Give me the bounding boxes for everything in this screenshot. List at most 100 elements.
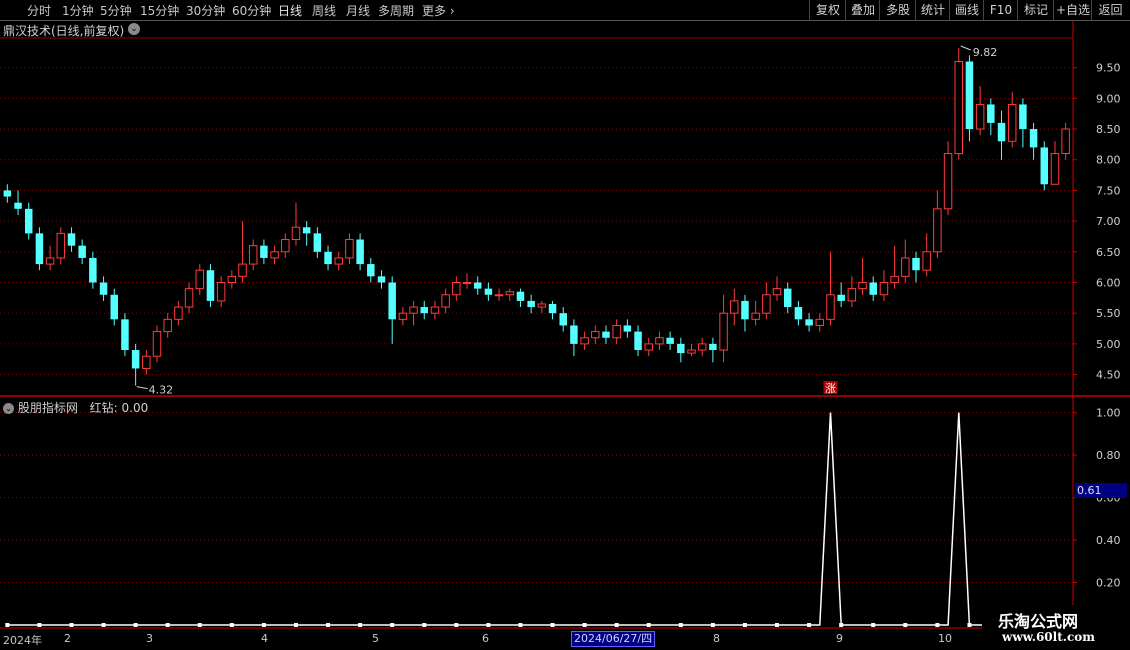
y-tick-label: 8.50 (1096, 123, 1121, 136)
candle-body (527, 300, 535, 308)
candle-body (869, 282, 877, 295)
candle-body (943, 153, 953, 210)
candle-body (751, 312, 760, 320)
candle-body (805, 319, 813, 326)
candle-body (570, 325, 578, 344)
candle-body (409, 306, 418, 314)
candle-body (516, 291, 525, 301)
indicator-point (678, 623, 683, 627)
y-tick-label: 5.00 (1096, 338, 1121, 351)
candle-body (901, 257, 910, 277)
candle-body (1029, 129, 1038, 148)
candle-body (762, 294, 771, 314)
candle-body (121, 319, 129, 351)
candle-body (697, 343, 707, 351)
indicator-point (69, 623, 74, 627)
candle-body (195, 269, 205, 290)
high-label: 9.82 (973, 46, 998, 59)
candle-body (826, 294, 835, 320)
candle-body (730, 300, 739, 314)
candle-body (1007, 103, 1017, 142)
candle-body (302, 227, 311, 234)
x-label-year: 2024年 (3, 634, 42, 647)
candle-body (954, 60, 963, 155)
candle-body (965, 61, 974, 130)
candle-body (142, 355, 151, 369)
indicator-point (165, 623, 170, 627)
candle-body (783, 288, 792, 308)
candle-body (227, 275, 237, 283)
indicator-point (422, 623, 427, 627)
candle-body (612, 324, 621, 339)
y-tick-label: 0.80 (1096, 449, 1121, 462)
candle-body (494, 294, 504, 297)
indicator-point (486, 623, 491, 627)
candle-body (184, 288, 194, 308)
candle-body (890, 275, 899, 283)
indicator-series (5, 412, 1068, 627)
indicator-point (229, 623, 234, 627)
candle-body (24, 208, 33, 234)
candle-body (324, 251, 332, 265)
indicator-title: ⌄ 股朋指标网 红钻: 0.00 (3, 399, 148, 416)
candle-body (602, 331, 610, 338)
candle-body (89, 257, 97, 283)
candle-body (484, 288, 493, 295)
candle-body (462, 281, 472, 284)
candle-body (655, 337, 664, 345)
indicator-point (903, 623, 908, 627)
main-chart-title: 鼎汉技术(日线,前复权) (3, 24, 125, 38)
candle-body (35, 233, 44, 265)
x-label-may: 5 (372, 632, 379, 645)
indicator-point (133, 623, 138, 627)
x-label-feb: 2 (64, 632, 71, 645)
candle-body (719, 312, 728, 351)
indicator-point (839, 623, 844, 627)
candle-body (281, 239, 290, 253)
x-label-mar: 3 (146, 632, 153, 645)
candle-body (388, 282, 396, 320)
candle-body (163, 318, 172, 333)
candle-body (559, 313, 567, 326)
chevron-down-icon[interactable]: ⌄ (3, 403, 14, 414)
candle-body (837, 294, 845, 301)
high-marker (960, 45, 971, 51)
selected-date-box: 2024/06/27/四 (571, 631, 656, 647)
candle-body (367, 264, 375, 277)
watermark-title: 乐淘公式网 (998, 612, 1079, 631)
watermark: 乐淘公式网 www.60lt.com (982, 605, 1130, 650)
indicator-point (293, 623, 298, 627)
indicator-point (935, 623, 940, 627)
chevron-down-icon[interactable]: ⌄ (128, 23, 140, 35)
candle-body (933, 208, 942, 253)
candle-body (591, 331, 600, 339)
candle-body (1061, 128, 1070, 155)
indicator-point (646, 623, 651, 627)
candle-body (709, 343, 717, 351)
candle-body (473, 282, 482, 289)
zhang-label: 涨 (825, 382, 836, 395)
candle-body (216, 281, 226, 302)
candle-body (537, 303, 547, 308)
y-tick-label: 8.00 (1096, 154, 1121, 167)
candle-body (548, 303, 557, 314)
candle-body (67, 233, 76, 246)
indicator-point (390, 623, 395, 627)
candle-body (174, 306, 183, 320)
candle-body (912, 257, 920, 271)
candle-body (987, 104, 995, 123)
y-tick-label: 7.50 (1096, 184, 1121, 197)
candle-body (687, 349, 696, 354)
indicator-point (261, 623, 266, 627)
candle-body (922, 251, 931, 271)
candle-body (131, 350, 140, 369)
indicator-point (967, 623, 972, 627)
kline-chart[interactable]: 9.50 9.00 8.50 8.00 7.50 7.00 6.50 6.00 5.50 5.00… (0, 0, 1130, 650)
indicator-value: 红钻: 0.00 (89, 401, 149, 415)
candle-body (238, 263, 247, 277)
x-label-jun: 6 (482, 632, 489, 645)
candle-body (858, 281, 867, 290)
candle-body (56, 232, 66, 259)
candle-body (345, 239, 354, 259)
low-label: 4.32 (149, 384, 174, 397)
